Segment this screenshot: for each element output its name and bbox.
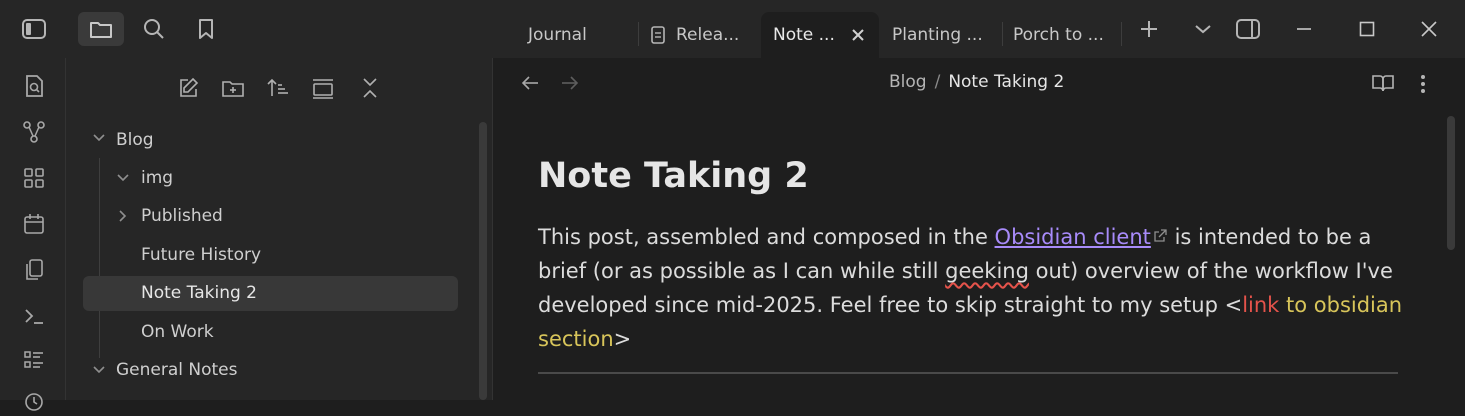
tab-divider: [1121, 22, 1122, 46]
folder-blog[interactable]: Blog: [116, 123, 154, 157]
outline-icon[interactable]: [20, 346, 48, 374]
bookmark-icon[interactable]: [189, 12, 223, 46]
folder-general-notes[interactable]: General Notes: [116, 353, 238, 387]
file-explorer: Blog img Published Future History Note T…: [66, 58, 493, 400]
daily-note-icon[interactable]: [20, 210, 48, 238]
tree-label: On Work: [141, 322, 214, 342]
chevron-down-icon[interactable]: [116, 173, 130, 183]
command-palette-icon[interactable]: [20, 302, 48, 330]
new-tab-icon[interactable]: [1132, 12, 1166, 46]
ribbon: [0, 58, 66, 411]
chevron-down-icon[interactable]: [92, 133, 106, 143]
highlighted-text-red: link: [1242, 293, 1280, 317]
sort-icon[interactable]: [264, 74, 292, 102]
search-icon[interactable]: [137, 12, 171, 46]
reading-view-icon[interactable]: [1371, 72, 1395, 94]
close-window-icon[interactable]: [1412, 12, 1446, 46]
explorer-scrollbar[interactable]: [479, 122, 487, 400]
close-tab-icon[interactable]: [851, 28, 865, 42]
spellcheck-word[interactable]: geeking: [945, 259, 1029, 283]
editor-scrollbar[interactable]: [1447, 116, 1455, 250]
selected-row-highlight: [83, 276, 458, 311]
tree-label: Note Taking 2: [141, 283, 257, 303]
horizontal-rule: [538, 372, 1398, 374]
external-link-icon: [1153, 228, 1168, 243]
sidebar-toggle-icon[interactable]: [17, 12, 51, 46]
tab-label: Planting ...: [892, 25, 983, 45]
tab-note-taking-2[interactable]: Note ...: [761, 12, 879, 58]
paragraph-text: This post, assembled and composed in the: [538, 225, 995, 249]
file-on-work[interactable]: On Work: [141, 315, 214, 349]
templates-icon[interactable]: [20, 256, 48, 284]
quick-switch-icon[interactable]: [20, 72, 48, 100]
folder-img[interactable]: img: [141, 161, 173, 195]
editor-pane: Blog / Note Taking 2 Note Taking 2 This …: [493, 58, 1465, 400]
tab-label: Journal: [528, 25, 587, 45]
tree-label: Future History: [141, 245, 262, 265]
tab-divider: [1002, 22, 1003, 46]
tab-releases[interactable]: Relea...: [650, 12, 755, 58]
note-title: Note Taking 2: [538, 156, 809, 196]
back-arrow-icon[interactable]: [520, 75, 540, 91]
indent-guide: [99, 158, 100, 358]
folder-icon[interactable]: [78, 12, 124, 46]
document-icon: [650, 26, 666, 44]
tab-journal[interactable]: Journal: [528, 12, 638, 58]
minimize-icon[interactable]: [1287, 12, 1321, 46]
external-link[interactable]: Obsidian client: [995, 225, 1151, 249]
tree-label: Blog: [116, 130, 154, 150]
tab-porch[interactable]: Porch to ...: [1013, 12, 1118, 58]
more-options-icon[interactable]: [1419, 74, 1427, 94]
breadcrumb-separator: /: [934, 72, 941, 92]
expand-icon[interactable]: [356, 74, 384, 102]
forward-arrow-icon[interactable]: [560, 75, 580, 91]
file-future-history[interactable]: Future History: [141, 238, 261, 272]
tab-list-icon[interactable]: [1186, 12, 1220, 46]
tab-label: Note ...: [773, 25, 835, 45]
tab-planting[interactable]: Planting ...: [892, 12, 1000, 58]
right-sidebar-icon[interactable]: [1231, 12, 1265, 46]
folder-published[interactable]: Published: [141, 199, 223, 233]
note-paragraph: This post, assembled and composed in the…: [538, 220, 1408, 356]
breadcrumb-parent[interactable]: Blog: [889, 72, 927, 92]
paragraph-text: >: [613, 327, 632, 351]
breadcrumb: Blog / Note Taking 2: [889, 72, 1064, 92]
chevron-down-icon[interactable]: [92, 365, 106, 375]
tree-label: img: [141, 168, 174, 188]
tree-label: Published: [141, 206, 223, 226]
tab-divider: [638, 22, 639, 46]
collapse-all-icon[interactable]: [309, 74, 337, 102]
chevron-right-icon[interactable]: [118, 209, 128, 223]
tab-label: Porch to ...: [1013, 25, 1104, 45]
tab-label: Relea...: [676, 25, 740, 45]
title-bar: Journal Relea... Note ... Planting ... P…: [0, 0, 1465, 58]
new-note-icon[interactable]: [174, 74, 202, 102]
file-note-taking-2[interactable]: Note Taking 2: [141, 276, 257, 310]
history-icon[interactable]: [20, 388, 48, 416]
graph-view-icon[interactable]: [20, 118, 48, 146]
tree-label: General Notes: [116, 360, 238, 380]
breadcrumb-current: Note Taking 2: [948, 72, 1065, 92]
new-folder-icon[interactable]: [219, 74, 247, 102]
canvas-icon[interactable]: [20, 164, 48, 192]
maximize-icon[interactable]: [1350, 12, 1384, 46]
